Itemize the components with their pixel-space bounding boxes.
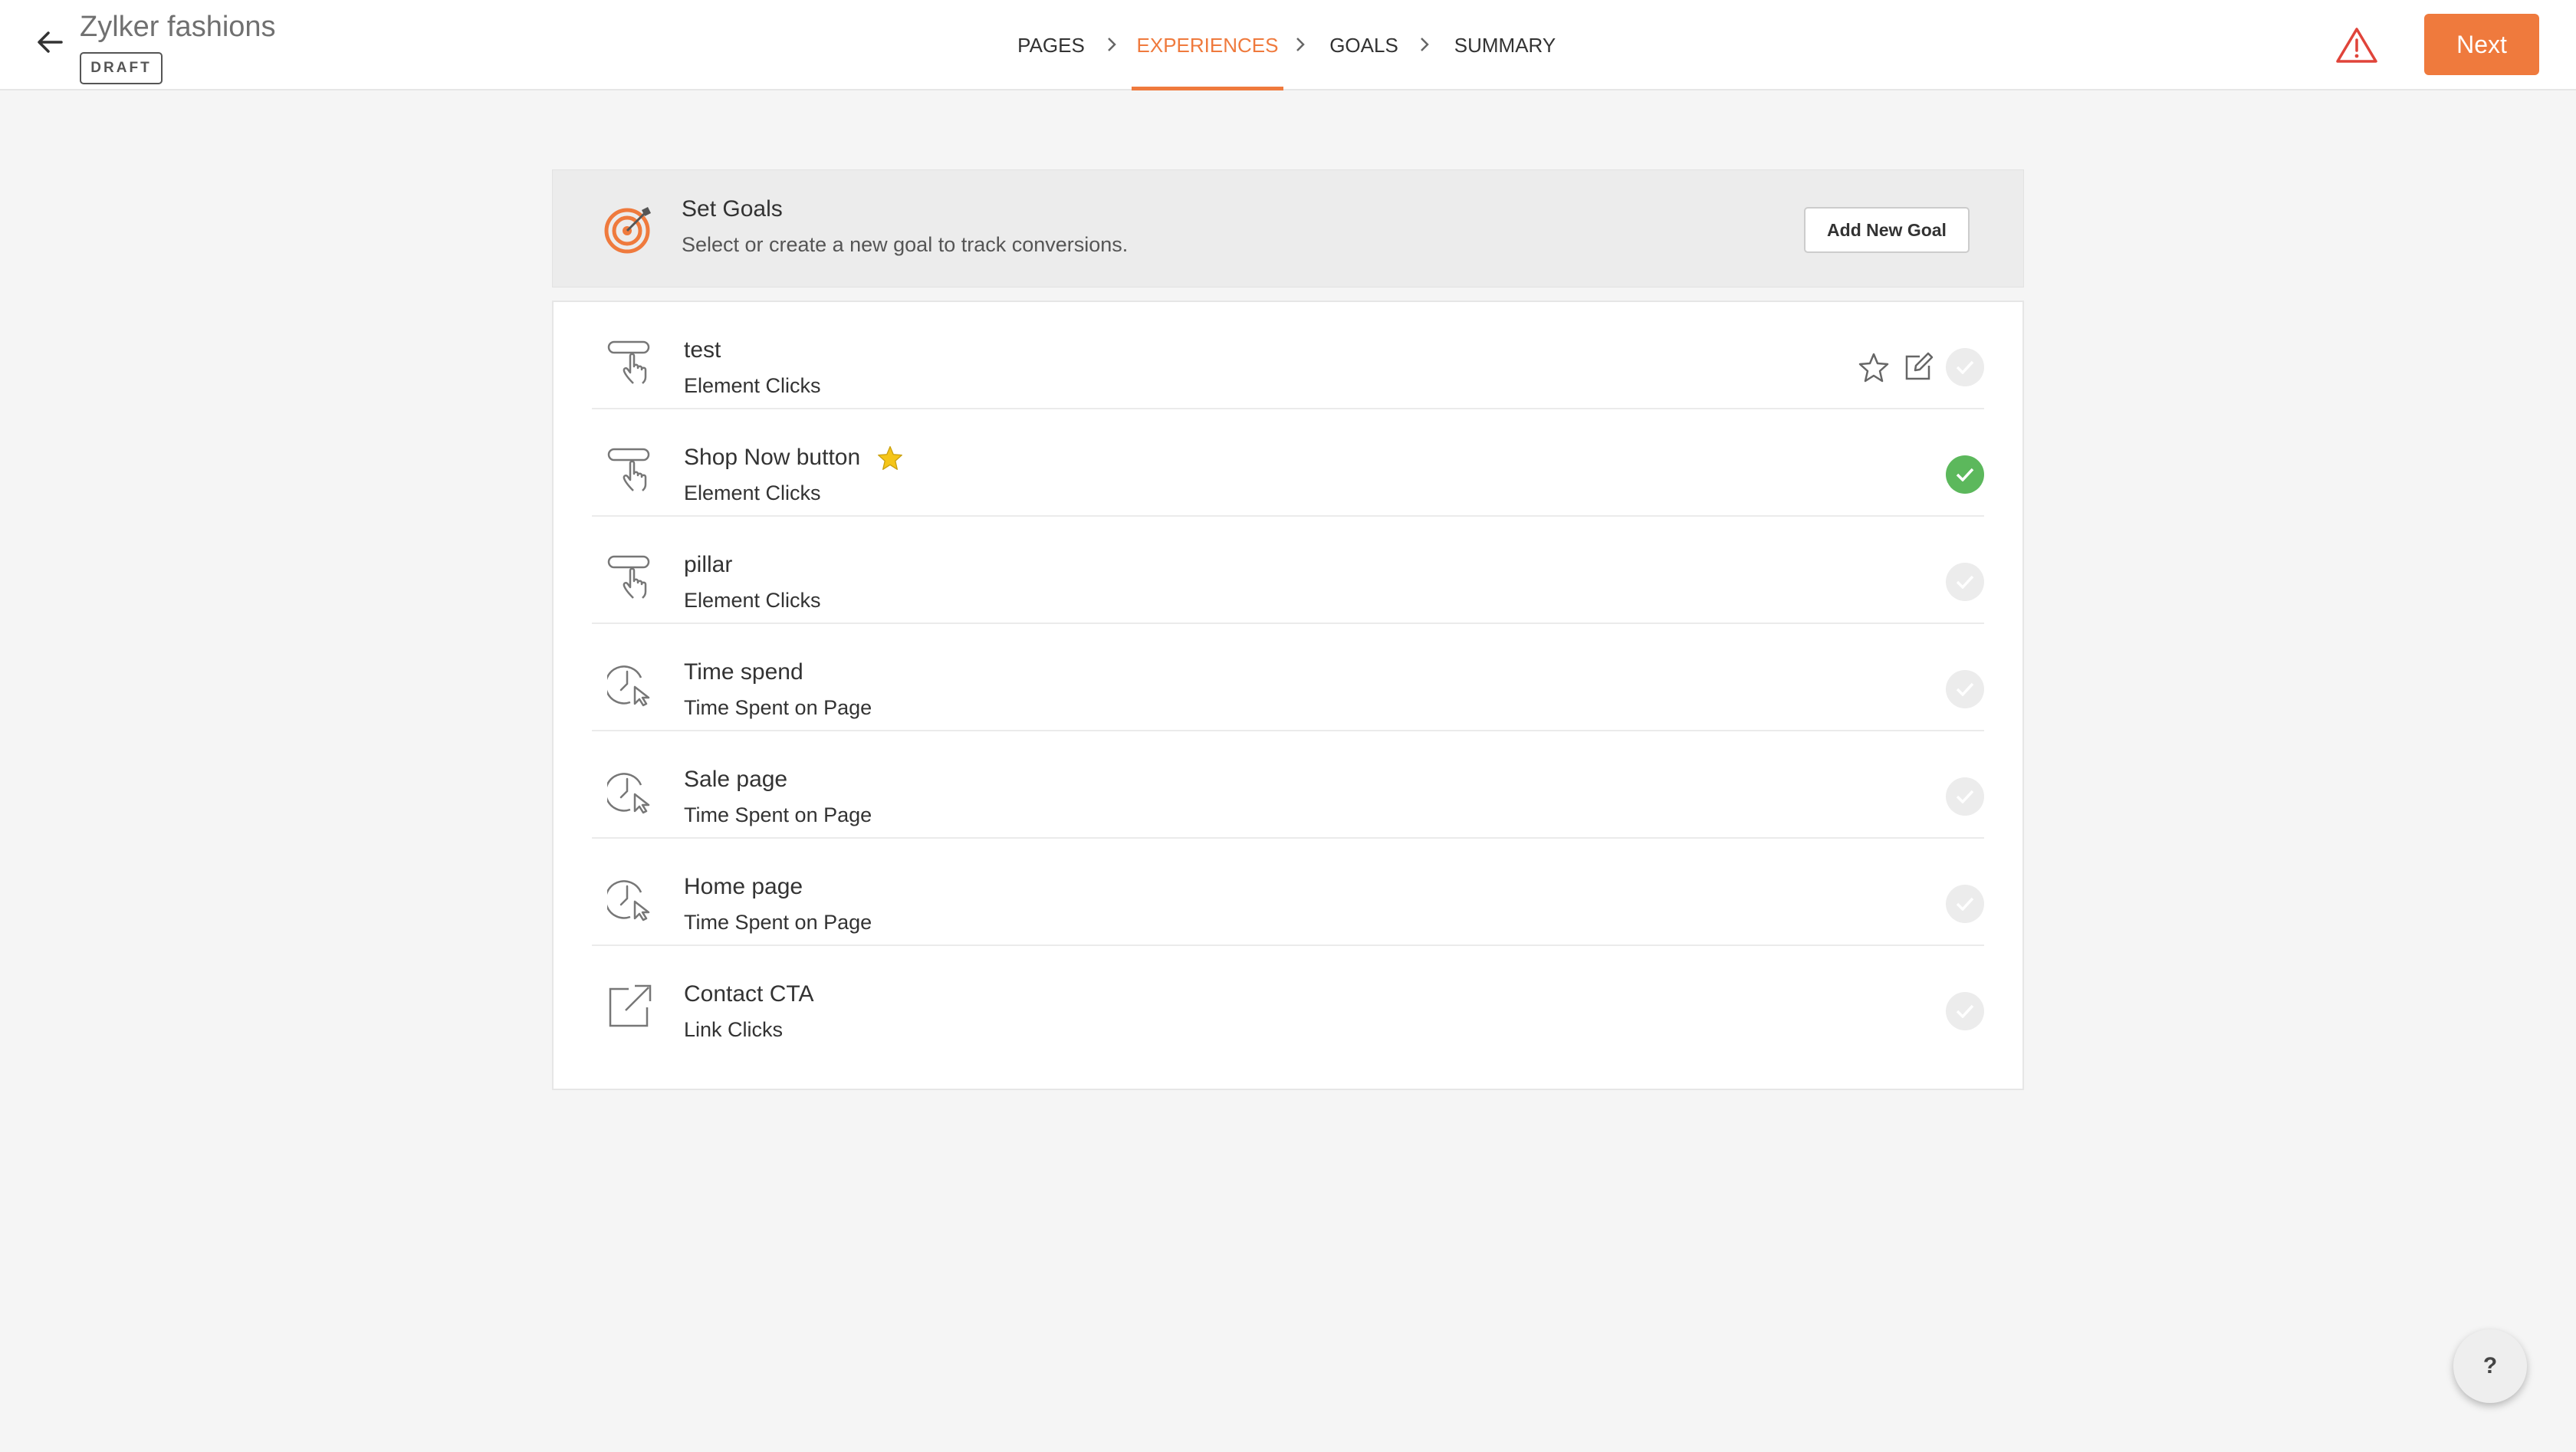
time-spent-icon [604,768,653,814]
time-spent-icon [604,661,653,707]
element-click-icon [607,446,653,492]
status-badge: DRAFT [80,52,163,84]
goal-type: Element Clicks [684,481,821,504]
goal-name: pillar [684,552,733,577]
goal-type: Link Clicks [684,1018,784,1041]
goal-row-actions [1946,563,1984,601]
goal-row[interactable]: Shop Now button Element Clicks [592,409,1984,517]
step-navigation: PAGES EXPERIENCES GOALS SUMMARY [0,0,2576,90]
target-icon [603,204,654,255]
goal-name: Time spend [684,659,803,685]
step-goals[interactable]: GOALS [1326,0,1401,90]
goal-type: Element Clicks [684,589,821,612]
check-icon[interactable] [1946,563,1984,601]
experiment-title: Zylker fashions [80,11,276,43]
goal-row[interactable]: Sale page Time Spent on Page [592,731,1984,839]
goal-row-actions [1857,348,1984,386]
element-click-icon [607,339,653,385]
goal-type: Time Spent on Page [684,696,872,719]
step-pages[interactable]: PAGES [1017,0,1086,90]
time-spent-icon [604,875,653,921]
top-header: Zylker fashions DRAFT PAGES EXPERIENCES … [0,0,2576,90]
goal-name: Home page [684,874,803,899]
goal-row[interactable]: Contact CTA Link Clicks [592,946,1984,1053]
check-icon[interactable] [1946,348,1984,386]
set-goals-title: Set Goals [682,196,783,222]
step-summary[interactable]: SUMMARY [1449,0,1561,90]
goals-list: test Element Clicks Shop Now button Elem… [552,301,2024,1090]
element-click-icon [607,554,653,600]
set-goals-header: Set Goals Select or create a new goal to… [552,169,2024,287]
primary-goal-star-icon[interactable] [877,445,903,471]
warning-icon[interactable] [2335,26,2378,64]
goal-name: test [684,337,721,363]
check-icon[interactable] [1946,455,1984,494]
goal-row-actions [1946,777,1984,816]
goal-row[interactable]: pillar Element Clicks [592,517,1984,624]
chevron-right-icon [1291,35,1309,54]
goal-type: Time Spent on Page [684,803,872,826]
star-outline-icon[interactable] [1857,350,1891,384]
step-experiences[interactable]: EXPERIENCES [1132,0,1283,90]
goal-name: Sale page [684,767,788,792]
check-icon[interactable] [1946,777,1984,816]
goal-row-actions [1946,670,1984,708]
check-icon[interactable] [1946,670,1984,708]
goal-name: Shop Now button [684,445,903,471]
back-arrow-icon[interactable] [31,23,69,61]
add-new-goal-button[interactable]: Add New Goal [1804,207,1970,253]
goal-row-actions [1946,455,1984,494]
goal-type: Element Clicks [684,374,821,397]
chevron-right-icon [1415,35,1434,54]
goal-row-actions [1946,992,1984,1030]
check-icon[interactable] [1946,885,1984,923]
link-click-icon [607,983,653,1029]
goal-name: Contact CTA [684,981,814,1007]
goal-type: Time Spent on Page [684,911,872,934]
help-button[interactable]: ? [2453,1329,2527,1403]
goal-row[interactable]: test Element Clicks [592,302,1984,409]
check-icon[interactable] [1946,992,1984,1030]
edit-icon[interactable] [1901,350,1935,384]
set-goals-subtitle: Select or create a new goal to track con… [682,233,1129,256]
goal-row[interactable]: Home page Time Spent on Page [592,839,1984,946]
next-button[interactable]: Next [2424,14,2539,75]
chevron-right-icon [1102,35,1121,54]
goal-row[interactable]: Time spend Time Spent on Page [592,624,1984,731]
goal-row-actions [1946,885,1984,923]
